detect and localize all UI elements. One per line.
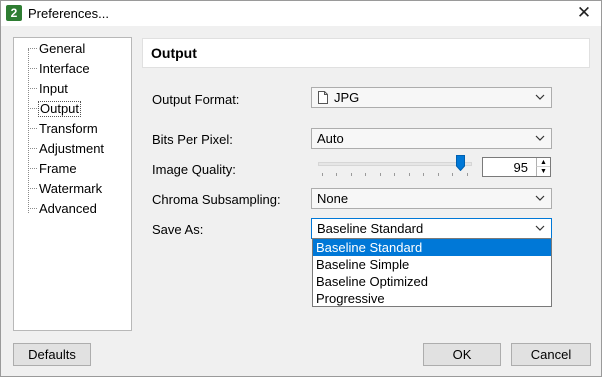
- spin-up-icon[interactable]: ▲: [536, 158, 550, 167]
- image-quality-slider[interactable]: [318, 162, 472, 166]
- sidebar-item-general[interactable]: General: [14, 40, 131, 58]
- category-tree: General Interface Input Output Transform…: [13, 37, 132, 331]
- chroma-subsampling-select[interactable]: None: [311, 188, 552, 209]
- spin-down-icon[interactable]: ▼: [536, 167, 550, 176]
- sidebar-item-label: Input: [39, 81, 68, 96]
- dropdown-option-progressive[interactable]: Progressive: [313, 290, 551, 307]
- image-quality-label: Image Quality:: [152, 162, 236, 177]
- sidebar-item-frame[interactable]: Frame: [14, 160, 131, 178]
- save-as-label: Save As:: [152, 222, 204, 237]
- chevron-down-icon: [535, 135, 545, 141]
- title-bar: 2 Preferences... ✕: [1, 1, 601, 26]
- save-as-dropdown: Baseline Standard Baseline Simple Baseli…: [312, 238, 552, 307]
- chevron-down-icon: [535, 94, 545, 100]
- sidebar-item-label: Advanced: [39, 201, 97, 216]
- window-title: Preferences...: [28, 6, 109, 21]
- chevron-down-icon: [535, 195, 545, 201]
- sidebar-item-label: Transform: [39, 121, 98, 136]
- app-icon: 2: [6, 5, 22, 21]
- slider-ticks: [322, 173, 468, 176]
- save-as-value: Baseline Standard: [317, 221, 424, 236]
- preferences-dialog: 2 Preferences... ✕ General Interface Inp…: [0, 0, 602, 377]
- bits-per-pixel-label: Bits Per Pixel:: [152, 132, 233, 147]
- sidebar-item-advanced[interactable]: Advanced: [14, 200, 131, 218]
- slider-thumb[interactable]: [456, 155, 466, 171]
- sidebar-item-label: Adjustment: [39, 141, 105, 156]
- dropdown-option-baseline-simple[interactable]: Baseline Simple: [313, 256, 551, 273]
- output-format-label: Output Format:: [152, 92, 240, 107]
- quality-value: 95: [513, 160, 528, 175]
- cancel-button[interactable]: Cancel: [511, 343, 591, 366]
- sidebar-item-output[interactable]: Output: [14, 100, 131, 118]
- sidebar-item-label: General: [39, 41, 86, 56]
- save-as-select[interactable]: Baseline Standard: [311, 218, 552, 239]
- sidebar-item-interface[interactable]: Interface: [14, 60, 131, 78]
- defaults-button[interactable]: Defaults: [13, 343, 91, 366]
- sidebar-item-watermark[interactable]: Watermark: [14, 180, 131, 198]
- output-format-value: JPG: [334, 90, 360, 105]
- file-icon: [318, 91, 328, 104]
- bits-per-pixel-select[interactable]: Auto: [311, 128, 552, 149]
- chroma-subsampling-label: Chroma Subsampling:: [152, 192, 281, 207]
- page-title: Output: [151, 45, 197, 61]
- sidebar-item-input[interactable]: Input: [14, 80, 131, 98]
- chroma-subsampling-value: None: [317, 191, 349, 206]
- dropdown-option-baseline-optimized[interactable]: Baseline Optimized: [313, 273, 551, 290]
- sidebar-item-label: Output: [38, 101, 82, 117]
- output-format-select[interactable]: JPG: [311, 87, 552, 108]
- sidebar-item-label: Frame: [39, 161, 77, 176]
- sidebar-item-label: Watermark: [39, 181, 103, 196]
- close-icon[interactable]: ✕: [567, 1, 601, 26]
- ok-button[interactable]: OK: [423, 343, 501, 366]
- dropdown-option-baseline-standard[interactable]: Baseline Standard: [313, 239, 551, 256]
- bits-per-pixel-value: Auto: [317, 131, 344, 146]
- sidebar-item-label: Interface: [39, 61, 90, 76]
- chevron-down-icon: [535, 225, 545, 231]
- quality-stepper[interactable]: 95 ▲ ▼: [482, 157, 551, 177]
- sidebar-item-adjustment[interactable]: Adjustment: [14, 140, 131, 158]
- panel-header: Output: [142, 38, 590, 68]
- sidebar-item-transform[interactable]: Transform: [14, 120, 131, 138]
